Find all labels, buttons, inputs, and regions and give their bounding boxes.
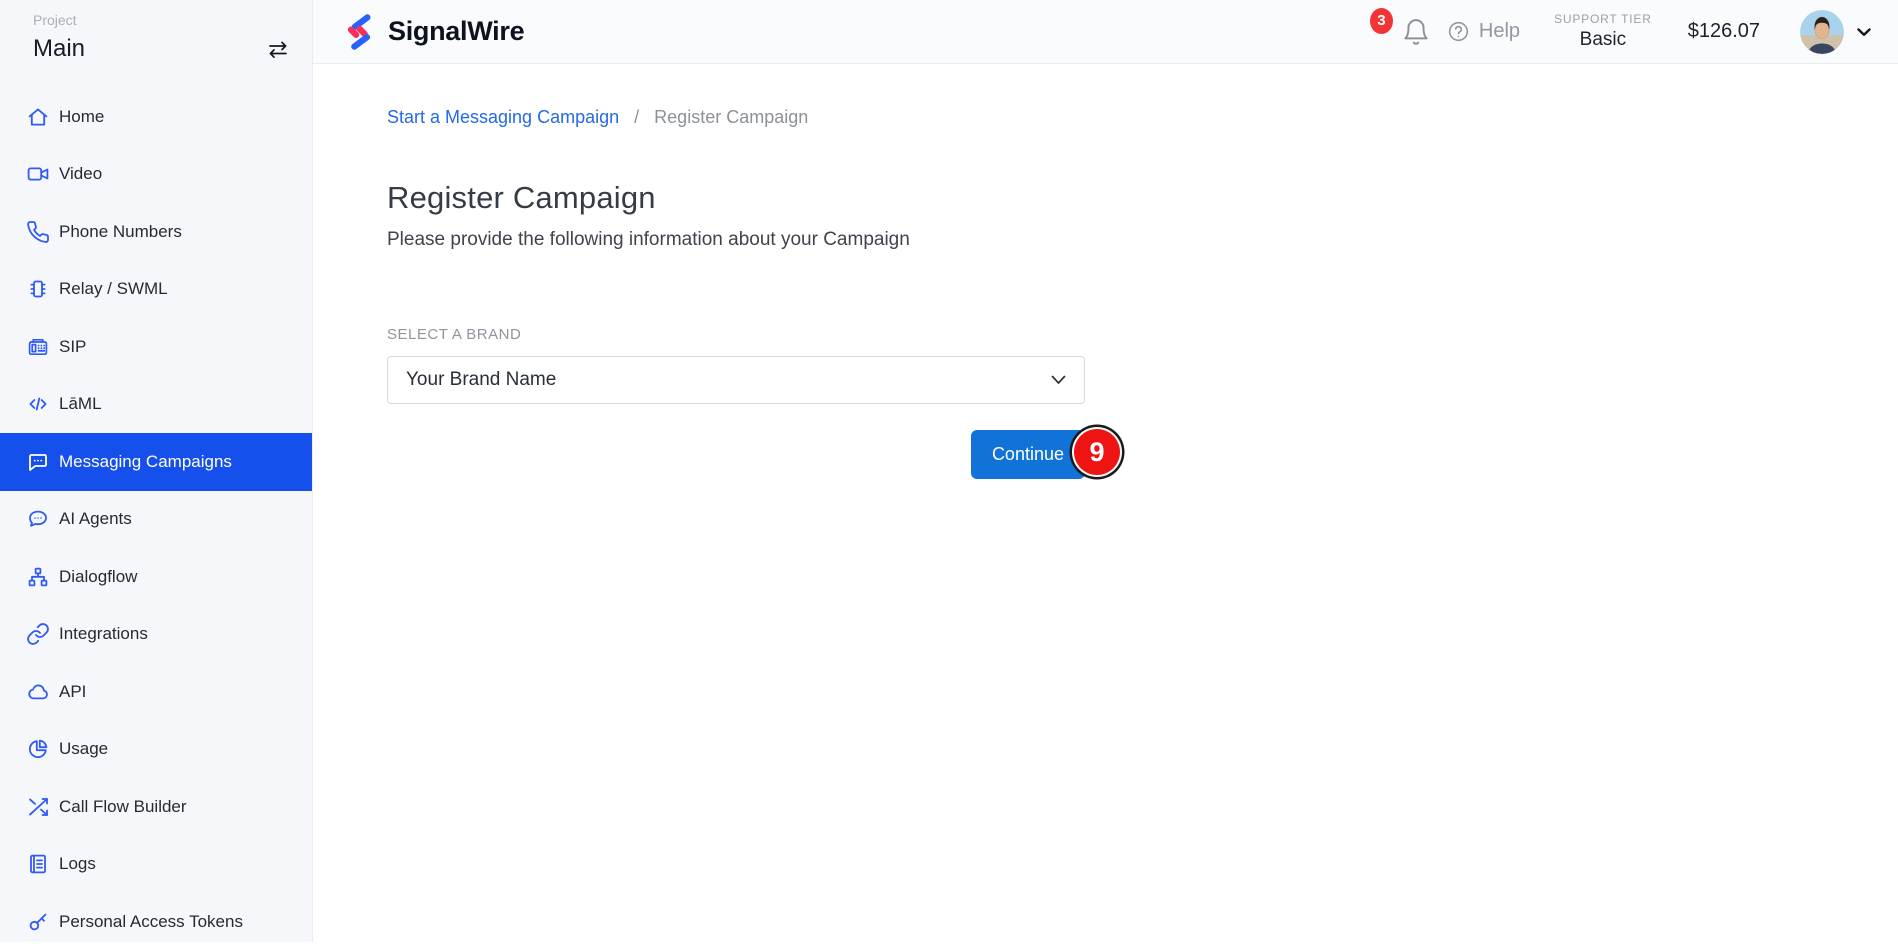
code-icon xyxy=(26,392,50,416)
shuffle-icon xyxy=(26,795,50,819)
breadcrumb-separator: / xyxy=(634,107,639,127)
continue-button[interactable]: Continue xyxy=(971,430,1085,479)
sidebar-item-label: AI Agents xyxy=(59,509,132,529)
sidebar-item-label: Phone Numbers xyxy=(59,222,182,242)
sidebar-item-label: Integrations xyxy=(59,624,148,644)
key-icon xyxy=(26,910,50,934)
sidebar-item-home[interactable]: Home xyxy=(0,88,312,146)
sidebar-item-label: Messaging Campaigns xyxy=(59,452,232,472)
topbar: SignalWire 3 Help SUPPORT TIE xyxy=(313,0,1898,64)
sidebar-item-phone-numbers[interactable]: Phone Numbers xyxy=(0,203,312,261)
sidebar-item-relay-swml[interactable]: Relay / SWML xyxy=(0,261,312,319)
sidebar-item-api[interactable]: API xyxy=(0,663,312,721)
bell-icon xyxy=(1401,17,1431,47)
chat-bubble-icon xyxy=(26,450,50,474)
home-icon xyxy=(26,105,50,129)
annotation-marker-number: 9 xyxy=(1089,437,1104,468)
sidebar-item-ai-agents[interactable]: AI Agents xyxy=(0,491,312,549)
sidebar-item-label: Personal Access Tokens xyxy=(59,912,243,932)
breadcrumb-current: Register Campaign xyxy=(654,107,808,127)
ai-bubble-icon xyxy=(26,507,50,531)
project-label: Project xyxy=(33,12,290,28)
page-subtitle: Please provide the following information… xyxy=(387,228,1898,252)
project-name: Main xyxy=(33,35,290,63)
select-chevron-icon xyxy=(1051,375,1066,385)
sidebar-item-usage[interactable]: Usage xyxy=(0,721,312,779)
video-icon xyxy=(26,162,50,186)
sidebar-item-label: Usage xyxy=(59,739,108,759)
notification-count-badge: 3 xyxy=(1370,8,1393,34)
cloud-icon xyxy=(26,680,50,704)
annotation-marker-9: 9 xyxy=(1074,429,1120,475)
sidebar-item-label: API xyxy=(59,682,86,702)
brand-name: SignalWire xyxy=(388,16,524,47)
sidebar-item-label: LāML xyxy=(59,394,102,414)
question-icon xyxy=(1447,20,1470,43)
sidebar-item-logs[interactable]: Logs xyxy=(0,836,312,894)
sidebar-item-laml[interactable]: LāML xyxy=(0,376,312,434)
sidebar-item-sip[interactable]: SIP xyxy=(0,318,312,376)
pie-chart-icon xyxy=(26,737,50,761)
sidebar-item-messaging-campaigns[interactable]: Messaging Campaigns xyxy=(0,433,312,491)
switch-project-icon[interactable] xyxy=(266,38,290,62)
sitemap-icon xyxy=(26,565,50,589)
avatar[interactable] xyxy=(1800,10,1844,54)
sidebar-item-label: Relay / SWML xyxy=(59,279,168,299)
sidebar: Project Main Home Vid xyxy=(0,0,313,942)
phone-icon xyxy=(26,220,50,244)
brand-logo[interactable]: SignalWire xyxy=(343,13,524,51)
page-title: Register Campaign xyxy=(387,180,1898,216)
sidebar-item-label: Video xyxy=(59,164,102,184)
topbar-right: 3 Help SUPPORT TIER Basic $126. xyxy=(1401,10,1875,54)
sidebar-item-integrations[interactable]: Integrations xyxy=(0,606,312,664)
notifications-button[interactable]: 3 xyxy=(1401,17,1431,47)
help-label: Help xyxy=(1479,20,1520,43)
brand-select[interactable]: Your Brand Name xyxy=(387,356,1085,404)
select-brand-label: SELECT A BRAND xyxy=(387,326,1085,344)
support-tier-label: SUPPORT TIER xyxy=(1554,12,1652,26)
link-icon xyxy=(26,622,50,646)
sidebar-item-label: Dialogflow xyxy=(59,567,137,587)
support-tier-value: Basic xyxy=(1554,28,1652,51)
breadcrumb: Start a Messaging Campaign / Register Ca… xyxy=(387,106,1898,128)
journal-icon xyxy=(26,852,50,876)
help-button[interactable]: Help xyxy=(1447,20,1520,43)
project-switcher: Project Main xyxy=(0,0,312,63)
form-actions: Continue 9 xyxy=(387,430,1085,479)
sidebar-item-label: SIP xyxy=(59,337,86,357)
support-tier: SUPPORT TIER Basic xyxy=(1554,12,1652,51)
sidebar-item-video[interactable]: Video xyxy=(0,146,312,204)
sidebar-item-call-flow-builder[interactable]: Call Flow Builder xyxy=(0,778,312,836)
sidebar-item-dialogflow[interactable]: Dialogflow xyxy=(0,548,312,606)
sidebar-nav: Home Video Phone Numbers xyxy=(0,88,312,951)
main-content: Start a Messaging Campaign / Register Ca… xyxy=(313,64,1898,942)
brand-select-value: Your Brand Name xyxy=(406,369,556,391)
sidebar-item-label: Home xyxy=(59,107,104,127)
breadcrumb-link[interactable]: Start a Messaging Campaign xyxy=(387,107,619,127)
sidebar-item-label: Logs xyxy=(59,854,96,874)
account-balance[interactable]: $126.07 xyxy=(1688,20,1760,43)
sip-phone-icon xyxy=(26,335,50,359)
sidebar-item-label: Call Flow Builder xyxy=(59,797,187,817)
chip-icon xyxy=(26,277,50,301)
register-campaign-form: SELECT A BRAND Your Brand Name Continue … xyxy=(387,326,1085,479)
signalwire-logo-icon xyxy=(343,13,375,51)
chevron-down-icon[interactable] xyxy=(1853,21,1875,43)
